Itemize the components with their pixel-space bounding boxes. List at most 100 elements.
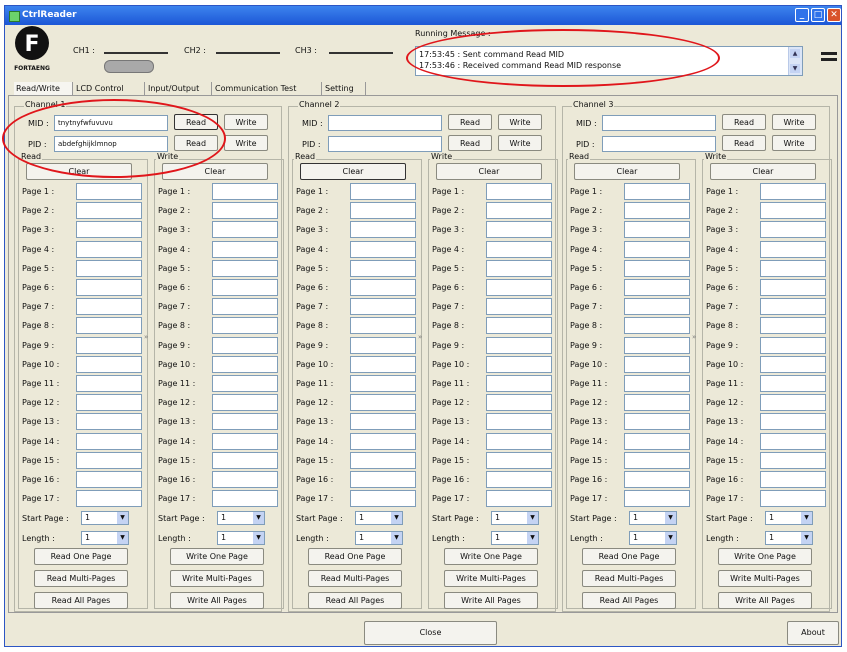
page-8-write-input[interactable]: [212, 317, 278, 335]
page-16-write-input[interactable]: [212, 471, 278, 488]
running-message-log[interactable]: 17:53:45 : Sent command Read MID 17:53:4…: [415, 46, 803, 76]
tab-read-write[interactable]: Read/Write: [14, 82, 73, 95]
read-multi-pages-button[interactable]: Read Multi-Pages: [308, 570, 402, 587]
read-one-page-button[interactable]: Read One Page: [34, 548, 128, 565]
page-13-write-input[interactable]: [486, 413, 552, 431]
mid-input[interactable]: [328, 115, 442, 131]
read-all-pages-button[interactable]: Read All Pages: [308, 592, 402, 609]
page-10-write-input[interactable]: [212, 355, 278, 373]
page-1-read-input[interactable]: [76, 183, 142, 200]
dropdown-icon[interactable]: ▼: [665, 532, 676, 544]
read-mid-button[interactable]: Read: [722, 114, 766, 130]
write-multi-pages-button[interactable]: Write Multi-Pages: [170, 570, 264, 587]
page-5-read-input[interactable]: [76, 259, 142, 277]
page-3-write-input[interactable]: [212, 221, 278, 239]
page-1-write-input[interactable]: [486, 183, 552, 200]
page-9-read-input[interactable]: [624, 336, 690, 354]
page-6-read-input[interactable]: [350, 279, 416, 296]
page-13-write-input[interactable]: [212, 413, 278, 431]
page-11-write-input[interactable]: [486, 375, 552, 392]
page-7-read-input[interactable]: [624, 298, 690, 316]
page-7-write-input[interactable]: [486, 298, 552, 316]
page-3-read-input[interactable]: [624, 221, 690, 239]
page-9-write-input[interactable]: [212, 336, 278, 354]
page-2-write-input[interactable]: [212, 202, 278, 220]
page-14-read-input[interactable]: [76, 432, 142, 450]
page-10-read-input[interactable]: [76, 355, 142, 373]
write-pid-button[interactable]: Write: [224, 135, 268, 151]
page-10-read-input[interactable]: [350, 355, 416, 373]
write-one-page-button[interactable]: Write One Page: [170, 548, 264, 565]
page-10-write-input[interactable]: [760, 355, 826, 373]
page-3-read-input[interactable]: [350, 221, 416, 239]
dropdown-icon[interactable]: ▼: [117, 512, 128, 524]
log-scrollbar[interactable]: ▲ ▼: [788, 47, 802, 75]
page-2-write-input[interactable]: [486, 202, 552, 220]
minimize-button[interactable]: _: [795, 8, 809, 22]
page-3-write-input[interactable]: [760, 221, 826, 239]
page-1-write-input[interactable]: [212, 183, 278, 200]
write-all-pages-button[interactable]: Write All Pages: [718, 592, 812, 609]
tab-lcd-control[interactable]: LCD Control: [74, 82, 145, 95]
start-page-select[interactable]: 1 ▼: [765, 511, 813, 525]
page-10-write-input[interactable]: [486, 355, 552, 373]
write-one-page-button[interactable]: Write One Page: [718, 548, 812, 565]
page-10-read-input[interactable]: [624, 355, 690, 373]
page-16-write-input[interactable]: [486, 471, 552, 488]
close-window-button[interactable]: ✕: [827, 8, 841, 22]
read-mid-button[interactable]: Read: [174, 114, 218, 130]
page-6-read-input[interactable]: [624, 279, 690, 296]
page-9-read-input[interactable]: [350, 336, 416, 354]
length-select[interactable]: 1 ▼: [629, 531, 677, 545]
page-12-write-input[interactable]: [486, 394, 552, 412]
dropdown-icon[interactable]: ▼: [801, 512, 812, 524]
start-page-select[interactable]: 1 ▼: [629, 511, 677, 525]
length-select[interactable]: 1 ▼: [81, 531, 129, 545]
tab-communication-test[interactable]: Communication Test: [213, 82, 322, 95]
pid-input[interactable]: [602, 136, 716, 152]
page-17-read-input[interactable]: [76, 490, 142, 508]
page-14-write-input[interactable]: [760, 432, 826, 450]
page-11-write-input[interactable]: [760, 375, 826, 392]
clear-read-button[interactable]: Clear: [26, 163, 132, 180]
start-page-select[interactable]: 1 ▼: [355, 511, 403, 525]
page-15-read-input[interactable]: [350, 451, 416, 469]
page-13-read-input[interactable]: [76, 413, 142, 431]
write-mid-button[interactable]: Write: [498, 114, 542, 130]
write-all-pages-button[interactable]: Write All Pages: [170, 592, 264, 609]
write-all-pages-button[interactable]: Write All Pages: [444, 592, 538, 609]
dropdown-icon[interactable]: ▼: [527, 532, 538, 544]
page-8-read-input[interactable]: [624, 317, 690, 335]
page-2-read-input[interactable]: [624, 202, 690, 220]
page-12-read-input[interactable]: [350, 394, 416, 412]
page-4-write-input[interactable]: [760, 240, 826, 258]
menu-icon[interactable]: [821, 52, 837, 64]
page-14-write-input[interactable]: [486, 432, 552, 450]
title-bar[interactable]: CtrlReader _ □ ✕: [5, 6, 841, 25]
maximize-button[interactable]: □: [811, 8, 825, 22]
read-pid-button[interactable]: Read: [722, 135, 766, 151]
page-5-read-input[interactable]: [624, 259, 690, 277]
page-16-read-input[interactable]: [624, 471, 690, 488]
write-mid-button[interactable]: Write: [224, 114, 268, 130]
page-13-read-input[interactable]: [350, 413, 416, 431]
read-one-page-button[interactable]: Read One Page: [582, 548, 676, 565]
clear-read-button[interactable]: Clear: [574, 163, 680, 180]
page-17-write-input[interactable]: [212, 490, 278, 508]
page-1-write-input[interactable]: [760, 183, 826, 200]
page-4-read-input[interactable]: [76, 240, 142, 258]
close-button[interactable]: Close: [364, 621, 497, 645]
read-mid-button[interactable]: Read: [448, 114, 492, 130]
mid-input[interactable]: [602, 115, 716, 131]
page-11-read-input[interactable]: [350, 375, 416, 392]
write-one-page-button[interactable]: Write One Page: [444, 548, 538, 565]
page-15-write-input[interactable]: [486, 451, 552, 469]
page-6-write-input[interactable]: [760, 279, 826, 296]
page-11-write-input[interactable]: [212, 375, 278, 392]
page-8-write-input[interactable]: [486, 317, 552, 335]
read-one-page-button[interactable]: Read One Page: [308, 548, 402, 565]
dropdown-icon[interactable]: ▼: [391, 532, 402, 544]
page-14-read-input[interactable]: [624, 432, 690, 450]
page-3-read-input[interactable]: [76, 221, 142, 239]
page-5-write-input[interactable]: [486, 259, 552, 277]
